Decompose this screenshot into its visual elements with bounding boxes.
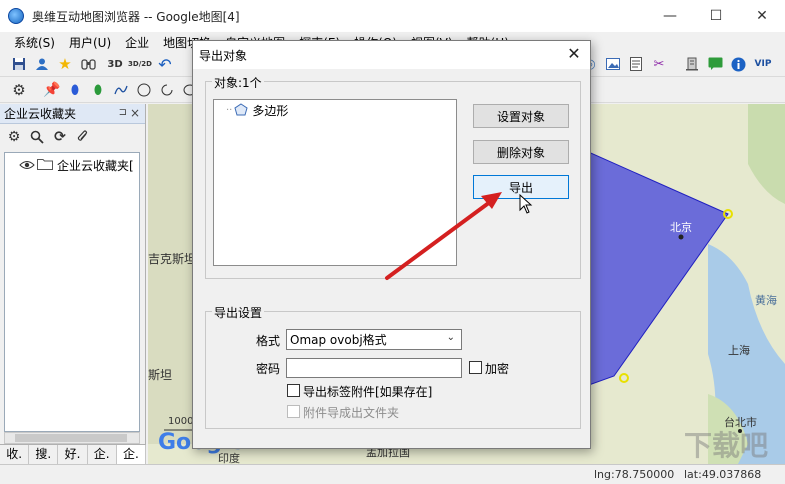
attach-icon[interactable] bbox=[75, 128, 91, 146]
tab-enterprise[interactable]: 企. bbox=[88, 445, 117, 464]
image-icon[interactable] bbox=[604, 55, 622, 73]
watermark: 下载吧 bbox=[684, 429, 769, 462]
folder-icon bbox=[37, 158, 53, 173]
note-icon[interactable] bbox=[627, 55, 645, 73]
panel-header: 企业云收藏夹 ⊐ × bbox=[0, 104, 145, 124]
search-icon[interactable] bbox=[29, 128, 45, 146]
objects-group-label: 对象:1个 bbox=[212, 74, 264, 91]
undo-icon[interactable]: ↶ bbox=[156, 55, 174, 74]
dialog-close-icon[interactable]: ✕ bbox=[564, 44, 584, 63]
favorites-panel: 企业云收藏夹 ⊐ × ⚙ ⟳ 企业云收藏夹[ 收. 搜. 好. 企. 企. bbox=[0, 104, 147, 464]
eye-icon[interactable] bbox=[19, 159, 35, 173]
attachments-folder-checkbox bbox=[287, 405, 300, 418]
status-bar: lng:78.750000 lat:49.037868 bbox=[0, 464, 785, 484]
horizontal-scrollbar[interactable] bbox=[4, 432, 140, 444]
encrypt-checkbox[interactable] bbox=[469, 361, 482, 374]
menu-user[interactable]: 用户(U) bbox=[69, 34, 111, 51]
star-icon[interactable]: ★ bbox=[56, 55, 74, 73]
export-settings-label: 导出设置 bbox=[212, 304, 265, 321]
panel-close-icon[interactable]: × bbox=[130, 106, 140, 120]
favorites-tree[interactable]: 企业云收藏夹[ bbox=[4, 152, 140, 432]
pin-green-icon[interactable]: ⬮ bbox=[89, 81, 107, 99]
polyline-icon[interactable] bbox=[112, 81, 130, 99]
format-label: 格式 bbox=[256, 334, 281, 348]
pin-blue-icon[interactable]: ⬮ bbox=[66, 81, 84, 99]
map-scale-label: 1000 bbox=[168, 416, 194, 427]
user-icon[interactable] bbox=[33, 55, 51, 73]
tree-node[interactable]: 企业云收藏夹[ bbox=[19, 157, 134, 174]
object-list[interactable]: ·· 多边形 bbox=[213, 99, 457, 266]
list-item[interactable]: ·· 多边形 bbox=[226, 102, 288, 119]
password-label: 密码 bbox=[256, 362, 281, 376]
map-label-shanghai: 上海 bbox=[728, 344, 750, 357]
building-icon[interactable] bbox=[683, 55, 701, 73]
binoculars-icon[interactable] bbox=[79, 55, 97, 73]
app-logo-icon bbox=[8, 8, 24, 24]
settings-gear-icon[interactable]: ⚙ bbox=[10, 81, 28, 99]
minimize-button[interactable]: — bbox=[647, 0, 693, 32]
menu-enterprise[interactable]: 企业 bbox=[125, 34, 149, 51]
panel-tabs: 收. 搜. 好. 企. 企. bbox=[0, 444, 147, 464]
close-button[interactable]: ✕ bbox=[739, 0, 785, 32]
title-bar: 奥维互动地图浏览器 -- Google地图[4] — ☐ ✕ bbox=[0, 0, 785, 32]
list-item-label: 多边形 bbox=[252, 104, 289, 118]
export-attachments-label: 导出标签附件[如果存在] bbox=[303, 385, 433, 399]
chat-icon[interactable] bbox=[706, 55, 724, 73]
attachments-folder-label: 附件导成出文件夹 bbox=[303, 406, 400, 420]
encrypt-label: 加密 bbox=[485, 362, 510, 376]
status-longitude: lng:78.750000 bbox=[594, 468, 675, 481]
tab-enterprise-cloud[interactable]: 企. bbox=[116, 445, 147, 464]
save-icon[interactable] bbox=[10, 55, 28, 73]
map-label-stan: 斯坦 bbox=[148, 368, 173, 382]
password-input[interactable] bbox=[286, 358, 462, 378]
tab-friends[interactable]: 好. bbox=[58, 445, 88, 464]
status-latitude: lat:49.037868 bbox=[684, 468, 762, 481]
pin-icon[interactable]: ⊐ bbox=[119, 107, 127, 118]
panel-title: 企业云收藏夹 bbox=[4, 107, 77, 121]
format-value: Omap ovobj格式 bbox=[290, 333, 387, 347]
map-label-yellow-sea: 黄海 bbox=[755, 294, 777, 307]
mouse-cursor-icon bbox=[519, 193, 533, 217]
tree-node-label: 企业云收藏夹[ bbox=[57, 159, 134, 173]
3d-2d-toggle-icon[interactable]: 3D/2D bbox=[128, 55, 152, 73]
3d-view-icon[interactable]: 3D bbox=[106, 55, 124, 73]
export-object-dialog: 导出对象 ✕ 对象:1个 ·· 多边形 设置对象 删除对象 导出 导出设置 格式… bbox=[192, 40, 591, 449]
dialog-title-bar: 导出对象 bbox=[193, 41, 590, 69]
circle-icon[interactable] bbox=[135, 81, 153, 99]
info-icon[interactable] bbox=[729, 55, 747, 73]
pin-yellow-icon[interactable]: 📌 bbox=[43, 81, 61, 99]
arc-icon[interactable] bbox=[158, 81, 176, 99]
menu-system[interactable]: 系统(S) bbox=[14, 34, 55, 51]
gear-icon[interactable]: ⚙ bbox=[6, 128, 22, 146]
map-label-kyrgyzstan: 吉克斯坦 bbox=[148, 252, 197, 266]
format-select[interactable]: Omap ovobj格式 ⌄ bbox=[286, 329, 462, 350]
tab-favorites[interactable]: 收. bbox=[0, 445, 30, 464]
delete-object-button[interactable]: 删除对象 bbox=[473, 140, 569, 164]
map-label-beijing: 北京 bbox=[670, 221, 692, 234]
tab-search[interactable]: 搜. bbox=[29, 445, 59, 464]
polygon-icon bbox=[234, 102, 248, 119]
panel-toolbar: ⚙ ⟳ bbox=[0, 124, 145, 150]
window-title: 奥维互动地图浏览器 -- Google地图[4] bbox=[32, 9, 240, 24]
chevron-down-icon: ⌄ bbox=[446, 332, 455, 343]
maximize-button[interactable]: ☐ bbox=[693, 0, 739, 32]
dialog-title: 导出对象 bbox=[199, 48, 248, 63]
refresh-icon[interactable]: ⟳ bbox=[52, 128, 68, 146]
export-attachments-checkbox[interactable] bbox=[287, 384, 300, 397]
vip-icon[interactable]: VIP bbox=[752, 55, 774, 73]
scissors-icon[interactable]: ✂ bbox=[650, 55, 668, 73]
set-object-button[interactable]: 设置对象 bbox=[473, 104, 569, 128]
